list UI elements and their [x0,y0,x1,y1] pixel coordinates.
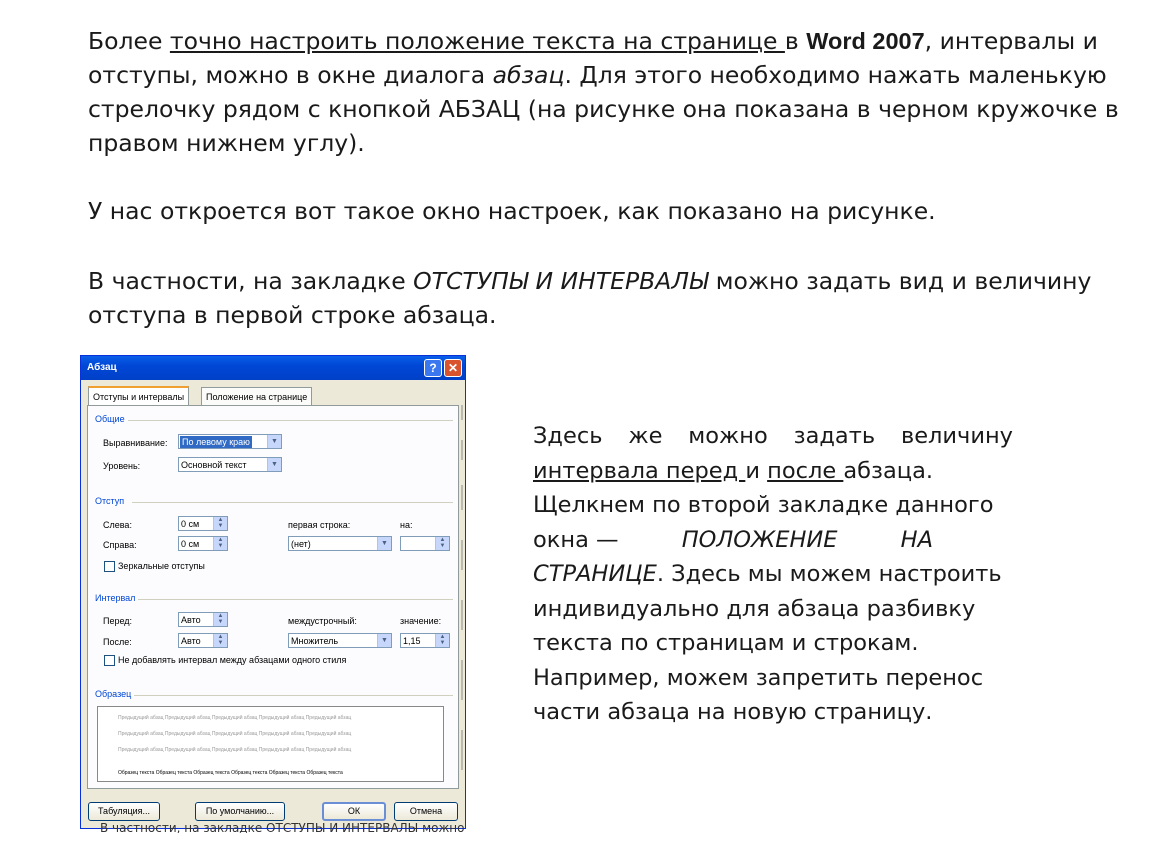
chevron-down-icon[interactable]: ▼ [377,634,391,647]
chevron-down-icon[interactable]: ▼ [267,435,281,448]
spin-arrows-icon[interactable]: ▲ ▼ [213,517,227,530]
second-paragraph: У нас откроется вот такое окно настроек,… [88,197,936,225]
tab-page-position[interactable]: Положение на странице [201,387,313,405]
preview-header: Образец [95,689,132,699]
general-header: Общие [95,414,125,424]
intro-line-2: отступы, можно в окне диалога абзац. Для… [88,61,1107,89]
close-icon[interactable]: ✕ [444,359,462,377]
abzac-italic: абзац [492,61,565,89]
side-line-6: индивидуально для абзаца разбивку [533,595,976,622]
chevron-down-icon[interactable]: ▼ [267,458,281,471]
ok-button[interactable]: ОК [322,802,386,821]
align-label: Выравнивание: [103,438,168,448]
third-paragraph: В частности, на закладке ОТСТУПЫ И ИНТЕР… [88,267,1092,329]
spacing-header: Интервал [95,593,136,603]
left-indent-label: Слева: [103,520,132,530]
before-spinner[interactable]: Авто ▲ ▼ [178,612,228,627]
right-indent-label: Справа: [103,540,137,550]
mirror-indents-label: Зеркальные отступы [118,561,205,571]
before-label: Перед: [103,616,133,626]
line-spacing-label: междустрочный: [288,616,357,626]
side-line-2: интервала перед и после абзаца. [533,457,934,484]
cancel-button[interactable]: Отмена [394,802,458,821]
preview-previous-text: Предыдущий абзац Предыдущий абзац Предыд… [118,747,352,753]
chevron-down-icon[interactable]: ▼ [377,537,391,550]
mirror-indents-checkbox[interactable] [104,561,115,572]
no-space-checkbox[interactable] [104,655,115,666]
spin-arrows-icon[interactable]: ▲ ▼ [435,537,449,550]
left-indent-spinner[interactable]: 0 см ▲ ▼ [178,516,228,531]
word-2007-bold: Word 2007 [806,28,925,54]
indent-header: Отступ [95,496,125,506]
after-label: После: [103,637,132,647]
right-indent-spinner[interactable]: 0 см ▲ ▼ [178,536,228,551]
first-line-select[interactable]: (нет) ▼ [288,536,392,551]
tabs-button[interactable]: Табуляция... [88,802,160,821]
dialog-title: Абзац [87,362,117,373]
intro-line-1: Более точно настроить положение текста н… [88,27,1098,55]
preview-box: Предыдущий абзац Предыдущий абзац Предыд… [97,706,444,782]
no-space-label: Не добавлять интервал между абзацами одн… [118,655,347,665]
level-select[interactable]: Основной текст ▼ [178,457,282,472]
level-label: Уровень: [103,461,141,471]
by-spinner[interactable]: ▲ ▼ [400,536,450,551]
divider [128,420,453,421]
by-label: на: [400,520,413,530]
tab-name-italic: ОТСТУПЫ И ИНТЕРВАЛЫ [413,267,709,295]
first-line-label: первая строка: [288,520,351,530]
underlined-phrase: точно настроить положение текста на стра… [169,27,785,55]
intro-line-3: стрелочку рядом с кнопкой АБЗАЦ (на рису… [88,95,1119,123]
spin-arrows-icon[interactable]: ▲ ▼ [213,634,227,647]
scroll-marks [461,405,463,770]
paragraph-dialog: Абзац ? ✕ Отступы и интервалы Положение … [80,355,466,829]
spin-arrows-icon[interactable]: ▲ ▼ [213,537,227,550]
spin-arrows-icon[interactable]: ▲ ▼ [435,634,449,647]
side-line-9: части абзаца на новую страницу. [533,699,933,725]
tab-indents-spacing[interactable]: Отступы и интервалы [88,386,190,406]
dialog-titlebar: Абзац ? ✕ [81,356,465,380]
intro-line-4: правом нижнем углу). [88,129,365,157]
divider [132,502,453,503]
side-line-4: окна — ПОЛОЖЕНИЕ НА [533,526,933,553]
line-spacing-select[interactable]: Множитель ▼ [288,633,392,648]
set-default-button[interactable]: По умолчанию... [195,802,285,821]
spin-arrows-icon[interactable]: ▲ ▼ [213,613,227,626]
intro-paragraph: Более точно настроить положение текста н… [88,24,1128,160]
divider [134,695,453,696]
align-select[interactable]: По левому краю ▼ [178,434,282,449]
value-spinner[interactable]: 1,15 ▲ ▼ [400,633,450,648]
preview-previous-text: Предыдущий абзац Предыдущий абзац Предыд… [118,731,352,737]
cut-off-caption: В частности, на закладке ОТСТУПЫ И ИНТЕР… [100,823,465,833]
preview-sample-text: Образец текста Образец текста Образец те… [118,770,343,776]
value-label: значение: [400,616,442,626]
help-icon[interactable]: ? [424,359,442,377]
side-line-3: Щелкнем по второй закладке данного [533,492,994,518]
side-line-5: СТРАНИЦЕ. Здесь мы можем настроить [533,561,1002,587]
side-description: Здесь же можно задать величину интервала пер… [533,419,1013,730]
preview-previous-text: Предыдущий абзац Предыдущий абзац Предыд… [118,715,352,721]
side-line-8: Например, можем запретить перенос [533,664,984,691]
side-line-7: текста по страницам и строкам. [533,630,919,656]
side-line-1: Здесь же можно задать величину [533,423,1013,449]
after-spinner[interactable]: Авто ▲ ▼ [178,633,228,648]
divider [138,599,453,600]
